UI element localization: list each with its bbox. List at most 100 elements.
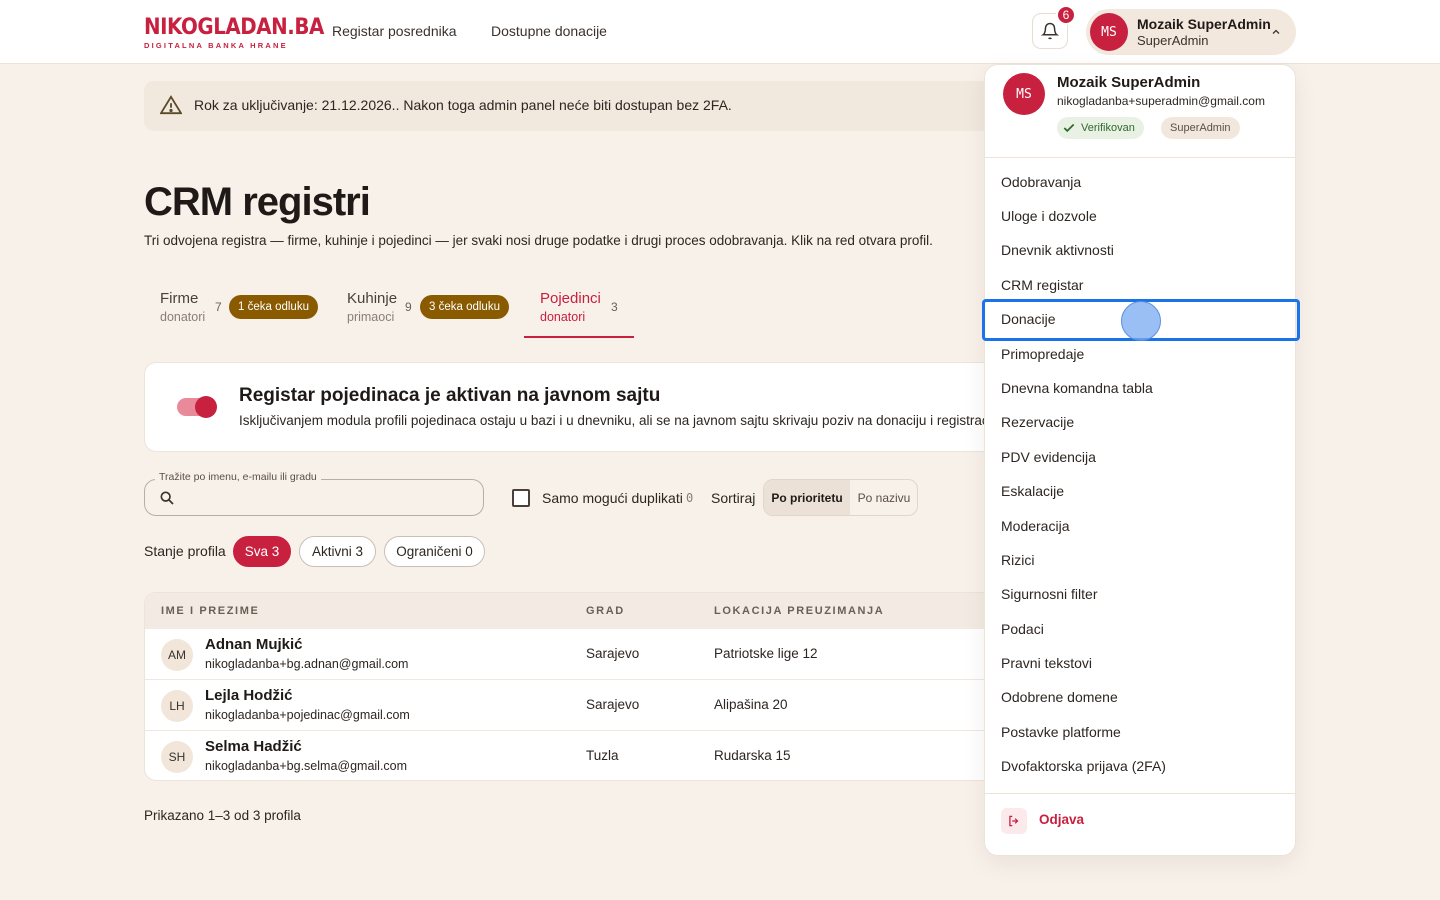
- warning-icon: [160, 95, 182, 115]
- menu-item-sigurnosni-filter[interactable]: Sigurnosni filter: [1001, 586, 1098, 602]
- tab-count: 3: [611, 300, 618, 314]
- menu-item-odobravanja[interactable]: Odobravanja: [1001, 174, 1081, 190]
- 2fa-alert: Rok za uključivanje: 21.12.2026.. Nakon …: [144, 81, 1044, 131]
- duplicates-checkbox[interactable]: [512, 489, 530, 507]
- row-name: Adnan Mujkić: [205, 636, 303, 653]
- sort-segmented-control: Po prioritetu Po nazivu: [763, 479, 918, 516]
- menu-item-donacije[interactable]: Donacije: [1001, 311, 1055, 327]
- dropdown-user-avatar: MS: [1003, 73, 1045, 115]
- tab-label: Pojedinci: [540, 290, 601, 307]
- notifications-button[interactable]: 6: [1032, 5, 1076, 49]
- dropdown-user-email: nikogladanba+superadmin@gmail.com: [1057, 94, 1265, 108]
- tab-kuhinje[interactable]: Kuhinje primaoci 9 3 čeka odluku: [347, 288, 512, 338]
- row-name: Lejla Hodžić: [205, 687, 293, 704]
- table-row[interactable]: SH Selma Hadžić nikogladanba+bg.selma@gm…: [145, 731, 1003, 780]
- avatar: AM: [161, 639, 193, 671]
- dropdown-user-header: MS Mozaik SuperAdmin nikogladanba+supera…: [985, 65, 1295, 158]
- brand-tagline: DIGITALNA BANKA HRANE: [144, 41, 288, 50]
- brand-name: NIKOGLADAN.BA: [144, 15, 324, 40]
- verified-label: Verifikovan: [1081, 122, 1135, 134]
- state-chip-active[interactable]: Aktivni 3: [299, 536, 376, 567]
- menu-item-rizici[interactable]: Rizici: [1001, 552, 1034, 568]
- verified-badge: Verifikovan: [1057, 117, 1144, 139]
- page-title: CRM registri: [144, 180, 371, 224]
- logout-button[interactable]: Odjava: [1039, 812, 1084, 827]
- menu-item-primopredaje[interactable]: Primopredaje: [1001, 346, 1084, 362]
- menu-item-moderacija[interactable]: Moderacija: [1001, 518, 1069, 534]
- row-city: Sarajevo: [586, 697, 640, 712]
- column-header-name: IME I PREZIME: [161, 605, 260, 617]
- top-bar: NIKOGLADAN.BA DIGITALNA BANKA HRANE Regi…: [0, 0, 1440, 64]
- active-tab-indicator: [524, 336, 634, 338]
- page-subtitle: Tri odvojena registra — firme, kuhinje i…: [144, 233, 933, 248]
- menu-item-podaci[interactable]: Podaci: [1001, 621, 1044, 637]
- module-toggle[interactable]: [177, 396, 217, 418]
- row-email: nikogladanba+pojedinac@gmail.com: [205, 708, 410, 722]
- dropdown-user-name: Mozaik SuperAdmin: [1057, 74, 1201, 91]
- module-description: Isključivanjem modula profili pojedinaca…: [239, 413, 1004, 428]
- tab-firme[interactable]: Firme donatori 7 1 čeka odluku: [160, 288, 320, 338]
- tab-sub: donatori: [540, 310, 586, 324]
- chevron-up-icon: [1272, 29, 1280, 34]
- row-name: Selma Hadžić: [205, 738, 302, 755]
- tab-label: Firme: [160, 290, 199, 307]
- column-header-city: GRAD: [586, 605, 625, 617]
- state-label: Stanje profila: [144, 543, 226, 559]
- search-field: Tražite po imenu, e-mailu ili gradu: [144, 471, 484, 516]
- search-label: Tražite po imenu, e-mailu ili gradu: [155, 471, 321, 483]
- pending-badge: 1 čeka odluku: [229, 295, 318, 319]
- sort-by-priority[interactable]: Po prioritetu: [764, 480, 850, 515]
- pending-badge: 3 čeka odluku: [420, 295, 509, 319]
- user-menu-button[interactable]: MS Mozaik SuperAdmin SuperAdmin: [1086, 9, 1296, 55]
- state-chip-restricted[interactable]: Ograničeni 0: [384, 536, 485, 567]
- row-city: Sarajevo: [586, 646, 640, 661]
- row-location: Alipašina 20: [714, 697, 788, 712]
- table-row[interactable]: AM Adnan Mujkić nikogladanba+bg.adnan@gm…: [145, 629, 1003, 680]
- search-icon: [160, 491, 174, 505]
- menu-item-dnevnik-aktivnosti[interactable]: Dnevnik aktivnosti: [1001, 242, 1114, 258]
- sort-label: Sortiraj: [711, 490, 756, 506]
- tab-count: 9: [405, 300, 412, 314]
- menu-item-pravni-tekstovi[interactable]: Pravni tekstovi: [1001, 655, 1092, 671]
- row-email: nikogladanba+bg.selma@gmail.com: [205, 759, 408, 773]
- menu-item-rezervacije[interactable]: Rezervacije: [1001, 414, 1074, 430]
- module-title: Registar pojedinaca je aktivan na javnom…: [239, 385, 661, 406]
- menu-item-odobrene-domene[interactable]: Odobrene domene: [1001, 689, 1118, 705]
- avatar: LH: [161, 690, 193, 722]
- tab-count: 7: [215, 300, 222, 314]
- menu-item-uloge-i-dozvole[interactable]: Uloge i dozvole: [1001, 208, 1097, 224]
- role-badge: SuperAdmin: [1161, 117, 1240, 139]
- tab-sub: primaoci: [347, 310, 395, 324]
- menu-item-2fa[interactable]: Dvofaktorska prijava (2FA): [1001, 758, 1166, 774]
- pagination-summary: Prikazano 1–3 od 3 profila: [144, 808, 301, 823]
- avatar: SH: [161, 741, 193, 773]
- menu-item-crm-registar[interactable]: CRM registar: [1001, 277, 1083, 293]
- pointer-cursor: [1121, 301, 1161, 341]
- brand-logo[interactable]: NIKOGLADAN.BA DIGITALNA BANKA HRANE: [144, 15, 344, 51]
- toggle-knob: [195, 396, 217, 418]
- row-city: Tuzla: [586, 748, 619, 763]
- row-location: Patriotske lige 12: [714, 646, 818, 661]
- logout-icon: [1001, 808, 1027, 834]
- check-icon: [1063, 123, 1075, 133]
- row-location: Rudarska 15: [714, 748, 791, 763]
- menu-item-pdv-evidencija[interactable]: PDV evidencija: [1001, 449, 1096, 465]
- tab-pojedinci[interactable]: Pojedinci donatori 3: [540, 288, 630, 338]
- table-row[interactable]: LH Lejla Hodžić nikogladanba+pojedinac@g…: [145, 680, 1003, 731]
- menu-item-postavke-platforme[interactable]: Postavke platforme: [1001, 724, 1121, 740]
- state-chip-all[interactable]: Sva 3: [233, 536, 291, 567]
- duplicates-label: Samo mogući duplikati: [542, 490, 683, 506]
- row-email: nikogladanba+bg.adnan@gmail.com: [205, 657, 409, 671]
- nav-dostupne-donacije[interactable]: Dostupne donacije: [491, 23, 607, 39]
- nav-registar-posrednika[interactable]: Registar posrednika: [332, 23, 457, 39]
- search-input[interactable]: [185, 486, 475, 510]
- notification-count-badge: 6: [1056, 5, 1076, 25]
- tab-sub: donatori: [160, 310, 206, 324]
- alert-text: Rok za uključivanje: 21.12.2026.. Nakon …: [194, 97, 732, 113]
- sort-by-name[interactable]: Po nazivu: [850, 480, 917, 515]
- menu-item-dnevna-komandna-tabla[interactable]: Dnevna komandna tabla: [1001, 380, 1153, 396]
- profiles-table: IME I PREZIME GRAD LOKACIJA PREUZIMANJA …: [144, 592, 1004, 781]
- menu-item-eskalacije[interactable]: Eskalacije: [1001, 483, 1064, 499]
- module-status-card: Registar pojedinaca je aktivan na javnom…: [144, 362, 1004, 452]
- bell-icon: [1041, 22, 1059, 40]
